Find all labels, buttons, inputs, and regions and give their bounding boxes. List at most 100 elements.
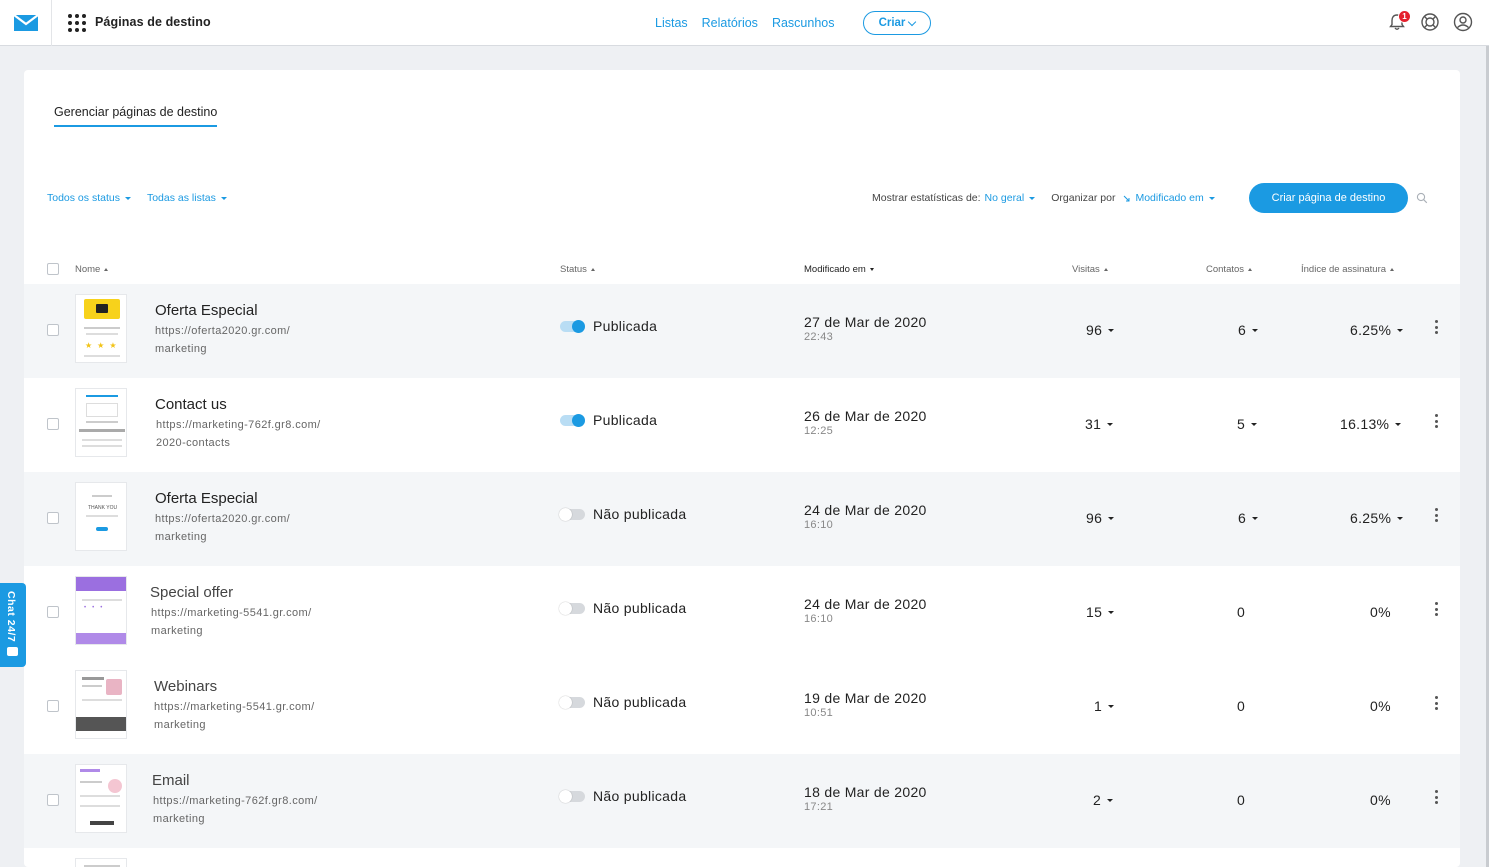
stats-value: No geral bbox=[984, 192, 1025, 204]
status-filter-dropdown[interactable]: Todos os status bbox=[47, 192, 131, 204]
caret-down-icon bbox=[1208, 196, 1215, 200]
lists-filter-dropdown[interactable]: Todas as listas bbox=[147, 192, 227, 204]
page-name[interactable]: Oferta Especial bbox=[155, 490, 258, 507]
visits-dropdown[interactable]: 96 bbox=[1086, 322, 1115, 338]
page-thumbnail[interactable]: THANK YOU bbox=[75, 482, 127, 551]
page-url[interactable]: https://oferta2020.gr.com/ marketing bbox=[155, 510, 290, 546]
publish-toggle[interactable] bbox=[559, 507, 585, 521]
contacts-dropdown[interactable]: 6 bbox=[1238, 510, 1259, 526]
chat-tab[interactable]: Chat 24/7 bbox=[0, 583, 26, 667]
search-icon[interactable] bbox=[1416, 192, 1428, 204]
page-url[interactable]: https://marketing-5541.gr.com/ marketing bbox=[151, 604, 312, 640]
column-name[interactable]: Nome bbox=[75, 264, 109, 275]
sort-down-icon bbox=[869, 268, 874, 271]
page-thumbnail[interactable] bbox=[75, 388, 127, 457]
publish-toggle[interactable] bbox=[559, 695, 585, 709]
stats-dropdown[interactable]: No geral bbox=[985, 192, 1036, 204]
create-dropdown-button[interactable]: Criar bbox=[863, 11, 931, 35]
more-options-icon[interactable] bbox=[1435, 320, 1439, 334]
row-checkbox[interactable] bbox=[47, 324, 59, 336]
table-row[interactable]: ••• Special offer https://marketing-5541… bbox=[24, 566, 1460, 660]
more-options-icon[interactable] bbox=[1435, 602, 1439, 616]
page-thumbnail[interactable] bbox=[75, 764, 127, 833]
page-url[interactable]: https://oferta2020.gr.com/ marketing bbox=[155, 322, 290, 358]
signup-rate-dropdown[interactable]: 6.25% bbox=[1350, 322, 1404, 338]
page-thumbnail[interactable] bbox=[75, 670, 127, 739]
page-url[interactable]: https://marketing-5541.gr.com/ marketing bbox=[154, 698, 315, 734]
page-url[interactable]: https://marketing-762f.gr8.com/ marketin… bbox=[153, 792, 318, 828]
page-name[interactable]: Special offer bbox=[150, 584, 233, 601]
sort-dropdown[interactable]: Modificado em bbox=[1123, 192, 1215, 204]
nav-lists[interactable]: Listas bbox=[655, 16, 688, 30]
row-checkbox[interactable] bbox=[47, 794, 59, 806]
more-options-icon[interactable] bbox=[1435, 696, 1439, 710]
stats-label: Mostrar estatísticas de: bbox=[872, 192, 981, 204]
visits-dropdown[interactable]: 15 bbox=[1086, 604, 1115, 620]
column-status[interactable]: Status bbox=[560, 264, 595, 275]
status-label: Não publicada bbox=[593, 694, 687, 710]
more-options-icon[interactable] bbox=[1435, 508, 1439, 522]
tab-manage-landing-pages[interactable]: Gerenciar páginas de destino bbox=[54, 105, 218, 127]
notifications-button[interactable]: 1 bbox=[1387, 10, 1411, 32]
visits-dropdown[interactable]: 96 bbox=[1086, 510, 1115, 526]
publish-toggle[interactable] bbox=[560, 413, 585, 427]
page-thumbnail[interactable]: ★★★ bbox=[75, 294, 127, 363]
contacts-value: 5 bbox=[1237, 416, 1246, 432]
page-name[interactable]: Webinars bbox=[154, 678, 217, 695]
column-signup-rate[interactable]: Índice de assinatura bbox=[1301, 264, 1395, 275]
caret-down-icon bbox=[1397, 328, 1404, 332]
row-checkbox[interactable] bbox=[47, 418, 59, 430]
table-row[interactable]: ★★★ Oferta Especial https://oferta2020.g… bbox=[24, 284, 1460, 378]
page-url[interactable]: https://marketing-762f.gr8.com/ 2020-con… bbox=[156, 416, 321, 452]
page-thumbnail[interactable]: ••• bbox=[75, 576, 127, 645]
row-checkbox[interactable] bbox=[47, 512, 59, 524]
publish-toggle[interactable] bbox=[559, 601, 585, 615]
page-name[interactable]: Oferta Especial bbox=[155, 302, 258, 319]
contacts-value: 0 bbox=[1237, 792, 1245, 808]
row-checkbox[interactable] bbox=[47, 700, 59, 712]
table-row[interactable]: Email https://marketing-762f.gr8.com/ ma… bbox=[24, 754, 1460, 848]
publish-toggle[interactable] bbox=[560, 319, 585, 333]
more-options-icon[interactable] bbox=[1435, 414, 1439, 428]
page-name[interactable]: Email bbox=[152, 772, 190, 789]
publish-toggle[interactable] bbox=[559, 789, 585, 803]
account-button[interactable] bbox=[1453, 12, 1473, 32]
signup-rate-value: 0% bbox=[1370, 698, 1391, 714]
signup-rate-dropdown[interactable]: 16.13% bbox=[1340, 416, 1402, 432]
column-visits[interactable]: Visitas bbox=[1072, 264, 1108, 275]
nav-reports[interactable]: Relatórios bbox=[702, 16, 758, 30]
modified-date: 24 de Mar de 2020 bbox=[804, 502, 927, 518]
status-label: Publicada bbox=[593, 318, 658, 334]
column-name-label: Nome bbox=[75, 264, 101, 275]
help-button[interactable] bbox=[1420, 12, 1440, 32]
visits-dropdown[interactable]: 31 bbox=[1085, 416, 1114, 432]
logo[interactable] bbox=[0, 0, 52, 46]
signup-rate-value: 6.25% bbox=[1350, 322, 1392, 338]
modified-time: 10:51 bbox=[804, 707, 834, 719]
nav-drafts[interactable]: Rascunhos bbox=[772, 16, 835, 30]
page-thumbnail[interactable] bbox=[75, 858, 127, 867]
visits-dropdown[interactable]: 2 bbox=[1093, 792, 1114, 808]
column-modified[interactable]: Modificado em bbox=[804, 264, 874, 275]
create-landing-page-button[interactable]: Criar página de destino bbox=[1249, 183, 1408, 213]
table-row[interactable]: Contact us https://marketing-762f.gr8.co… bbox=[24, 378, 1460, 472]
caret-down-icon bbox=[1029, 196, 1036, 200]
apps-grid-icon[interactable] bbox=[68, 14, 86, 32]
select-all-checkbox[interactable] bbox=[47, 263, 59, 275]
page-url-line2: marketing bbox=[154, 719, 206, 731]
signup-rate-value-text: 0% bbox=[1370, 698, 1391, 714]
column-contacts[interactable]: Contatos bbox=[1206, 264, 1253, 275]
visits-dropdown[interactable]: 1 bbox=[1094, 698, 1115, 714]
modified-time: 22:43 bbox=[804, 331, 834, 343]
table-row[interactable]: Webinars https://marketing-5541.gr.com/ … bbox=[24, 660, 1460, 754]
contacts-dropdown[interactable]: 6 bbox=[1238, 322, 1259, 338]
status-cell: Publicada bbox=[560, 412, 657, 428]
signup-rate-dropdown[interactable]: 6.25% bbox=[1350, 510, 1404, 526]
row-checkbox[interactable] bbox=[47, 606, 59, 618]
contacts-dropdown[interactable]: 5 bbox=[1237, 416, 1258, 432]
more-options-icon[interactable] bbox=[1435, 790, 1439, 804]
top-nav: Listas Relatórios Rascunhos bbox=[655, 16, 834, 30]
table-row[interactable]: THANK YOU Oferta Especial https://oferta… bbox=[24, 472, 1460, 566]
page-name[interactable]: Contact us bbox=[155, 396, 227, 413]
table-row[interactable] bbox=[24, 848, 1460, 867]
